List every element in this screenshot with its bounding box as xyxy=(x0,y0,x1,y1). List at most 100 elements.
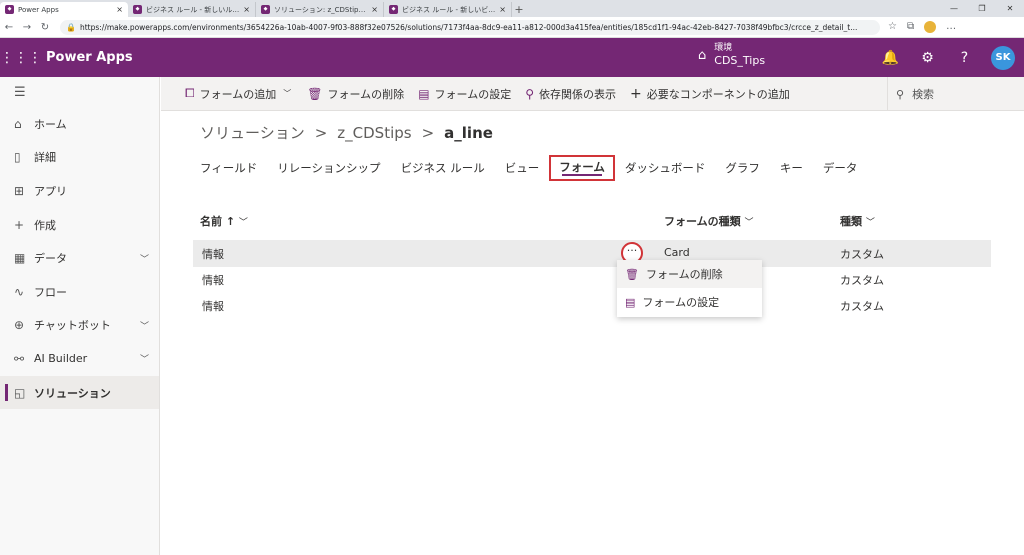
browser-tab-title: ビジネス ルール - 新しいビジネス ル xyxy=(402,5,496,14)
menu-item-label: フォームの削除 xyxy=(645,268,723,281)
breadcrumb-solution[interactable]: z_CDStips xyxy=(337,124,411,142)
browser-tab-title: Power Apps xyxy=(18,5,59,14)
powerapps-favicon-icon: ◆ xyxy=(389,5,398,14)
sidebar-item-ai-builder[interactable]: ⚯ AI Builder ﹀ xyxy=(0,342,159,376)
sidebar-item-solutions[interactable]: ◱ ソリューション xyxy=(0,375,159,410)
cell-name[interactable]: 情報 xyxy=(202,272,224,288)
collections-icon[interactable]: ⧉ xyxy=(907,21,914,33)
apps-icon: ⊞ xyxy=(14,183,25,198)
forward-icon[interactable]: → xyxy=(18,22,36,33)
restore-icon[interactable]: ❐ xyxy=(968,4,996,13)
breadcrumb-solutions[interactable]: ソリューション xyxy=(200,122,305,143)
cell-type: カスタム xyxy=(840,274,884,287)
lock-icon: 🔒 xyxy=(66,22,76,32)
sidebar-item-label: AI Builder xyxy=(34,352,88,366)
sidebar-item-chatbots[interactable]: ⊕ チャットボット ﹀ xyxy=(0,309,159,343)
close-tab-icon[interactable]: × xyxy=(243,5,250,14)
delete-form-button[interactable]: 🗑 フォームの削除 xyxy=(303,77,416,111)
notification-bell-icon[interactable]: 🔔 xyxy=(872,50,909,66)
search-placeholder: 検索 xyxy=(912,88,935,101)
chevron-down-icon[interactable]: ﹀ xyxy=(140,319,149,332)
menu-item-label: フォームの設定 xyxy=(642,296,720,309)
breadcrumb-separator-icon: > xyxy=(421,123,435,142)
flow-icon: ∿ xyxy=(14,284,25,299)
url-text: https://make.powerapps.com/environments/… xyxy=(79,22,858,32)
browser-toolbar: ← → ↻ 🔒 https://make.powerapps.com/envir… xyxy=(0,17,1024,38)
app-name[interactable]: Power Apps xyxy=(46,50,133,65)
gear-icon[interactable]: ⚙ xyxy=(909,50,946,66)
sidebar-item-learn[interactable]: ▯ 詳細 xyxy=(0,141,159,175)
browser-tab[interactable]: ◆ Power Apps × xyxy=(0,2,128,17)
column-header-type[interactable]: 種類 ﹀ xyxy=(840,213,875,229)
more-icon[interactable]: … xyxy=(946,21,956,33)
help-icon[interactable]: ? xyxy=(946,50,983,66)
close-tab-icon[interactable]: × xyxy=(371,5,378,14)
minimize-icon[interactable]: — xyxy=(940,4,968,13)
star-icon[interactable]: ☆ xyxy=(888,21,897,33)
tab-fields[interactable]: フィールド xyxy=(200,160,267,176)
menu-item-form-settings[interactable]: ▤ フォームの設定 xyxy=(617,288,762,316)
sidebar-item-home[interactable]: ⌂ ホーム xyxy=(0,107,159,141)
table-row[interactable]: 情報 カスタム xyxy=(193,266,991,293)
chevron-down-icon: ﹀ xyxy=(238,218,248,228)
menu-item-delete-form[interactable]: 🗑 フォームの削除 xyxy=(617,260,762,288)
cell-name[interactable]: 情報 xyxy=(202,246,224,262)
cell-type: カスタム xyxy=(840,248,884,261)
avatar[interactable]: SK xyxy=(991,45,1015,70)
powerapps-favicon-icon: ◆ xyxy=(5,5,14,14)
tab-charts[interactable]: グラフ xyxy=(715,160,770,176)
tab-relationships[interactable]: リレーションシップ xyxy=(267,160,390,176)
cell-form-type: Card xyxy=(664,246,690,259)
column-header-label: 名前 ↑ xyxy=(200,215,236,228)
plus-icon: + xyxy=(14,217,25,232)
cell-name[interactable]: 情報 xyxy=(202,298,224,314)
book-icon: ▯ xyxy=(14,150,21,165)
tab-dashboards[interactable]: ダッシュボード xyxy=(615,160,716,176)
table-row[interactable]: 情報 Card カスタム xyxy=(193,240,991,267)
close-tab-icon[interactable]: × xyxy=(116,5,123,14)
chevron-down-icon[interactable]: ﹀ xyxy=(140,352,149,365)
tab-data[interactable]: データ xyxy=(813,160,868,176)
back-icon[interactable]: ← xyxy=(0,22,18,33)
tab-business-rules[interactable]: ビジネス ルール xyxy=(391,160,495,176)
address-bar[interactable]: 🔒 https://make.powerapps.com/environment… xyxy=(60,19,880,35)
sidebar-item-label: データ xyxy=(34,252,67,266)
tab-views[interactable]: ビュー xyxy=(495,160,550,176)
close-tab-icon[interactable]: × xyxy=(499,5,506,14)
close-window-icon[interactable]: ✕ xyxy=(996,4,1024,13)
tab-forms[interactable]: フォーム xyxy=(549,155,615,181)
sidebar-item-create[interactable]: + 作成 xyxy=(0,208,159,242)
trash-icon: 🗑 xyxy=(625,267,639,281)
row-context-menu: 🗑 フォームの削除 ▤ フォームの設定 xyxy=(617,260,762,317)
hamburger-icon[interactable]: ☰ xyxy=(0,77,159,107)
browser-tab[interactable]: ◆ ビジネス ルール - 新しいビジネス ル × xyxy=(384,2,512,17)
add-form-button[interactable]: ⧠ フォームの追加 ﹀ xyxy=(161,77,303,111)
browser-tab[interactable]: ◆ ビジネス ルール - 新しいルール - Micr × xyxy=(128,2,256,17)
search-box[interactable]: ⚲ 検索 xyxy=(887,77,1024,111)
form-settings-button[interactable]: ▤ フォームの設定 xyxy=(416,77,523,111)
chevron-down-icon[interactable]: ﹀ xyxy=(140,252,149,265)
sidebar-item-flows[interactable]: ∿ フロー xyxy=(0,275,159,309)
left-nav: ☰ ⌂ ホーム ▯ 詳細 ⊞ アプリ + 作成 ▦ データ ﹀ ∿ フロー ⊕ … xyxy=(0,77,160,555)
column-header-form-type[interactable]: フォームの種類 ﹀ xyxy=(664,213,754,229)
sidebar-item-data[interactable]: ▦ データ ﹀ xyxy=(0,241,159,275)
table-row[interactable]: 情報 カスタム xyxy=(193,292,991,319)
ai-builder-icon: ⚯ xyxy=(14,351,25,366)
browser-profile-icon[interactable] xyxy=(924,21,937,33)
reload-icon[interactable]: ↻ xyxy=(36,22,54,33)
chevron-down-icon: ﹀ xyxy=(865,218,875,228)
cell-type: カスタム xyxy=(840,300,884,313)
environment-picker[interactable]: ⌂ 環境 CDS_Tips xyxy=(698,43,765,67)
add-required-components-button[interactable]: + 必要なコンポーネントの追加 xyxy=(628,77,802,111)
selected-tab-underline xyxy=(562,174,602,176)
sidebar-item-apps[interactable]: ⊞ アプリ xyxy=(0,174,159,208)
sidebar-item-label: アプリ xyxy=(34,184,67,198)
show-dependencies-button[interactable]: ⚲ 依存関係の表示 xyxy=(523,77,628,111)
browser-tab[interactable]: ◆ ソリューション: z_CDStips - Micros × xyxy=(256,2,384,17)
environment-label: 環境 xyxy=(714,43,733,53)
app-launcher-icon[interactable]: ⋮⋮⋮ xyxy=(0,50,42,66)
tab-keys[interactable]: キー xyxy=(770,160,813,176)
new-tab-icon[interactable]: + xyxy=(512,2,526,17)
column-header-name[interactable]: 名前 ↑ ﹀ xyxy=(200,213,248,229)
trash-icon: 🗑 xyxy=(307,86,323,101)
